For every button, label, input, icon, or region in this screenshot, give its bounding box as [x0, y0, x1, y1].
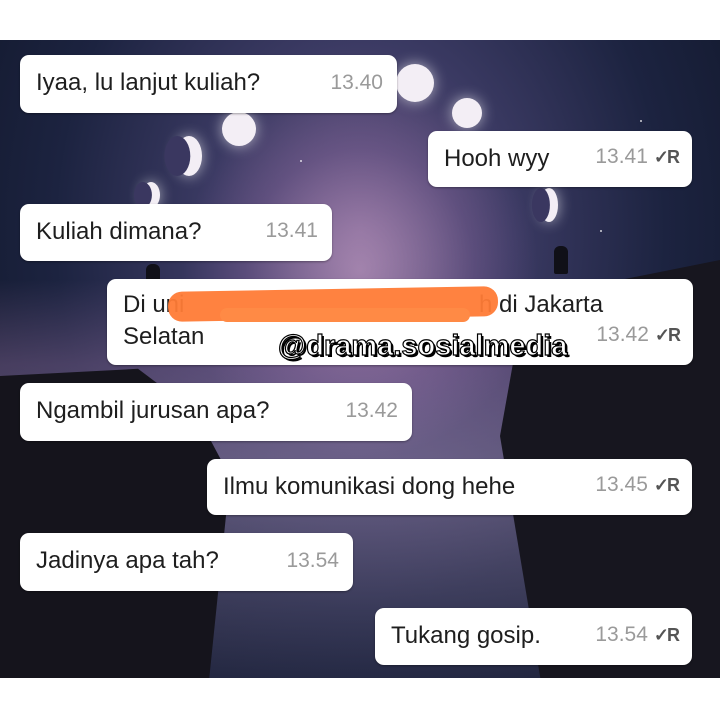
redaction-mark: [220, 308, 470, 322]
incoming-message-bubble[interactable]: Ngambil jurusan apa? 13.42: [20, 383, 412, 441]
read-receipt-icon: ✓R: [653, 147, 680, 167]
incoming-message-bubble[interactable]: Jadinya apa tah? 13.54: [20, 533, 353, 591]
incoming-message-bubble[interactable]: Iyaa, lu lanjut kuliah? 13.40: [20, 55, 397, 113]
outgoing-message-bubble[interactable]: Tukang gosip. 13.54 ✓R: [375, 608, 692, 665]
message-text: Kuliah dimana?: [36, 218, 202, 245]
read-receipt-icon: ✓R: [653, 475, 680, 495]
read-receipt-icon: ✓R: [653, 625, 680, 645]
message-time: 13.40: [330, 71, 383, 94]
message-text: Ngambil jurusan apa?: [36, 397, 270, 424]
message-time: 13.42: [345, 399, 398, 422]
message-time: 13.41: [595, 145, 648, 168]
incoming-message-bubble[interactable]: Kuliah dimana? 13.41: [20, 204, 332, 261]
read-receipt-icon: ✓R: [654, 325, 681, 345]
outgoing-message-bubble[interactable]: Ilmu komunikasi dong hehe 13.45 ✓R: [207, 459, 692, 515]
message-time: 13.54: [286, 549, 339, 572]
moon-icon: [396, 64, 434, 102]
message-text: Hooh wyy: [444, 145, 550, 172]
person-silhouette: [554, 246, 568, 274]
message-text: Jadinya apa tah?: [36, 547, 219, 574]
message-time: 13.42: [596, 323, 649, 346]
watermark: @drama.sosialmedia: [277, 329, 568, 362]
message-text: Iyaa, lu lanjut kuliah?: [36, 69, 261, 96]
message-time: 13.45: [595, 473, 648, 496]
crescent-moon-icon: [176, 136, 202, 176]
outgoing-message-bubble[interactable]: Hooh wyy 13.41 ✓R: [428, 131, 692, 187]
message-time: 13.54: [595, 623, 648, 646]
message-text-line2: Selatan: [123, 323, 205, 350]
message-time: 13.41: [265, 219, 318, 242]
message-text: Tukang gosip.: [391, 622, 541, 649]
crescent-moon-icon: [540, 188, 558, 222]
moon-icon: [222, 112, 256, 146]
moon-icon: [452, 98, 482, 128]
message-text: Ilmu komunikasi dong hehe: [223, 473, 516, 500]
